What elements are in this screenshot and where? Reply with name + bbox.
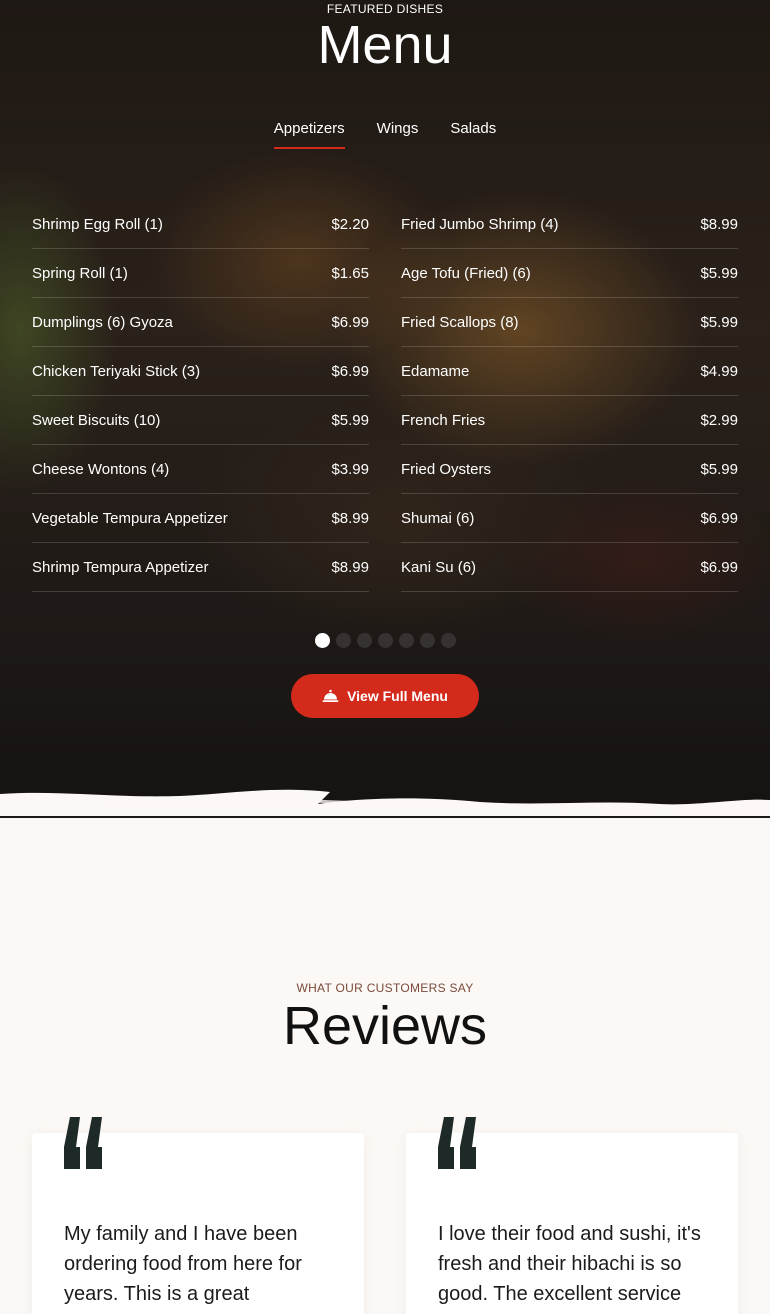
menu-item-name: Shumai (6)	[401, 509, 475, 527]
menu-list-left: Shrimp Egg Roll (1) $2.20 Spring Roll (1)…	[32, 200, 369, 592]
menu-item-price: $8.99	[700, 215, 738, 233]
reviews-eyebrow: WHAT OUR CUSTOMERS SAY	[296, 981, 474, 995]
menu-item: Vegetable Tempura Appetizer $8.99	[32, 494, 369, 543]
menu-item-price: $1.65	[331, 264, 369, 282]
tab-salads[interactable]: Salads	[450, 120, 496, 149]
menu-item-name: Kani Su (6)	[401, 558, 477, 576]
menu-item-price: $2.20	[331, 215, 369, 233]
menu-item-price: $6.99	[700, 558, 738, 576]
menu-item-name: French Fries	[401, 411, 486, 429]
menu-item: Sweet Biscuits (10) $5.99	[32, 396, 369, 445]
menu-category-tabs: Appetizers Wings Salads	[0, 120, 770, 149]
menu-item: Dumplings (6) Gyoza $6.99	[32, 298, 369, 347]
menu-item: Age Tofu (Fried) (6) $5.99	[401, 249, 738, 298]
menu-item-price: $6.99	[700, 509, 738, 527]
menu-item-price: $8.99	[331, 558, 369, 576]
cloche-icon	[322, 689, 339, 702]
reviews-title: Reviews	[282, 996, 488, 1056]
menu-item-price: $2.99	[700, 411, 738, 429]
menu-item-name: Cheese Wontons (4)	[32, 460, 170, 478]
pagination-dot[interactable]	[419, 633, 435, 648]
menu-title: Menu	[317, 15, 453, 75]
menu-item: Shumai (6) $6.99	[401, 494, 738, 543]
view-full-menu-label: View Full Menu	[347, 688, 448, 704]
section-divider-line	[0, 816, 770, 818]
menu-item-price: $3.99	[331, 460, 369, 478]
pagination-dot[interactable]	[356, 633, 372, 648]
pagination-dot[interactable]	[440, 633, 456, 648]
menu-item: Chicken Teriyaki Stick (3) $6.99	[32, 347, 369, 396]
pagination-dot[interactable]	[314, 633, 330, 648]
menu-item-name: Vegetable Tempura Appetizer	[32, 509, 228, 527]
menu-item-name: Age Tofu (Fried) (6)	[401, 264, 531, 282]
menu-item-price: $6.99	[331, 362, 369, 380]
tab-wings[interactable]: Wings	[377, 120, 419, 149]
menu-item-price: $5.99	[700, 264, 738, 282]
menu-item: French Fries $2.99	[401, 396, 738, 445]
menu-item-price: $5.99	[700, 460, 738, 478]
menu-item: Fried Oysters $5.99	[401, 445, 738, 494]
tab-appetizers[interactable]: Appetizers	[273, 120, 345, 149]
menu-item: Fried Scallops (8) $5.99	[401, 298, 738, 347]
menu-item-name: Shrimp Egg Roll (1)	[32, 215, 163, 233]
menu-item: Edamame $4.99	[401, 347, 738, 396]
pagination-dot[interactable]	[398, 633, 414, 648]
menu-item-name: Chicken Teriyaki Stick (3)	[32, 362, 201, 380]
menu-item-price: $4.99	[700, 362, 738, 380]
quote-icon	[64, 1117, 102, 1169]
view-full-menu-button[interactable]: View Full Menu	[291, 674, 479, 718]
menu-item: Fried Jumbo Shrimp (4) $8.99	[401, 200, 738, 249]
menu-item-name: Shrimp Tempura Appetizer	[32, 558, 209, 576]
menu-item: Kani Su (6) $6.99	[401, 543, 738, 592]
menu-item-name: Edamame	[401, 362, 470, 380]
pagination-dot[interactable]	[377, 633, 393, 648]
menu-item: Shrimp Egg Roll (1) $2.20	[32, 200, 369, 249]
menu-section: FEATURED DISHES Menu Appetizers Wings Sa…	[0, 0, 770, 818]
menu-item-price: $5.99	[700, 313, 738, 331]
menu-item-price: $5.99	[331, 411, 369, 429]
menu-item-name: Fried Jumbo Shrimp (4)	[401, 215, 559, 233]
review-text: I love their food and sushi, it's fresh …	[438, 1223, 701, 1305]
review-text: My family and I have been ordering food …	[64, 1223, 302, 1305]
menu-item-name: Fried Scallops (8)	[401, 313, 519, 331]
menu-pagination-dots	[0, 633, 770, 648]
quote-icon	[438, 1117, 476, 1169]
menu-item-name: Fried Oysters	[401, 460, 492, 478]
menu-list-right: Fried Jumbo Shrimp (4) $8.99 Age Tofu (Fr…	[401, 200, 738, 592]
menu-item: Shrimp Tempura Appetizer $8.99	[32, 543, 369, 592]
pagination-dot[interactable]	[335, 633, 351, 648]
menu-item-price: $6.99	[331, 313, 369, 331]
menu-item-name: Sweet Biscuits (10)	[32, 411, 161, 429]
menu-item-name: Spring Roll (1)	[32, 264, 128, 282]
menu-item: Spring Roll (1) $1.65	[32, 249, 369, 298]
menu-item: Cheese Wontons (4) $3.99	[32, 445, 369, 494]
brush-stroke-divider	[0, 789, 770, 818]
menu-item-price: $8.99	[331, 509, 369, 527]
menu-item-name: Dumplings (6) Gyoza	[32, 313, 173, 331]
